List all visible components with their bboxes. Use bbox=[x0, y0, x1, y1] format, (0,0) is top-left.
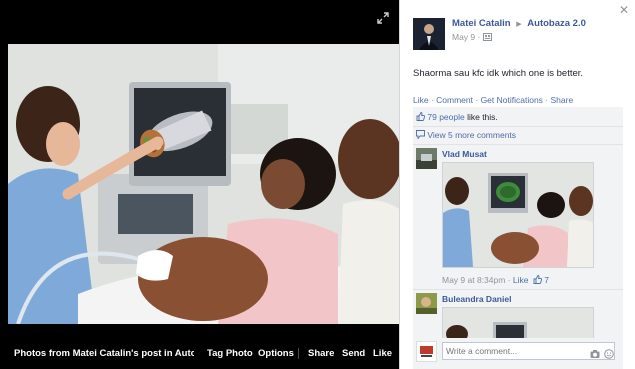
view-more-comments-label: View 5 more comments bbox=[427, 130, 517, 140]
group-name[interactable]: Autobaza 2.0 bbox=[527, 18, 586, 29]
comment-like-link[interactable]: Like bbox=[513, 275, 529, 285]
photo-theater: Photos from Matei Catalin's post in Auto… bbox=[0, 0, 399, 369]
comment-author[interactable]: Buleandra Daniel bbox=[442, 294, 511, 304]
share-button[interactable]: Share bbox=[308, 348, 334, 359]
thumbs-up-icon bbox=[531, 275, 544, 285]
get-notifications-link[interactable]: Get Notifications bbox=[481, 95, 543, 105]
comment-photo[interactable] bbox=[442, 307, 594, 338]
feedback-section: 79 people like this. View 5 more comment… bbox=[413, 107, 623, 369]
view-more-comments[interactable]: View 5 more comments bbox=[416, 130, 516, 140]
comment-time[interactable]: May 9 at 8:34pm bbox=[442, 275, 505, 285]
divider bbox=[413, 289, 623, 290]
post-header: Matei Catalin ▶ Autobaza 2.0 May 9 · bbox=[452, 18, 586, 42]
photo-caption[interactable]: Photos from Matei Catalin's post in Auto… bbox=[14, 348, 194, 359]
expand-icon[interactable] bbox=[377, 11, 389, 24]
like-link[interactable]: Like bbox=[413, 95, 429, 105]
divider bbox=[413, 144, 623, 145]
comment-link[interactable]: Comment bbox=[436, 95, 473, 105]
post-date[interactable]: May 9 · bbox=[452, 32, 480, 42]
send-button[interactable]: Send bbox=[342, 348, 365, 359]
post-side-panel: ✕ Matei Catalin ▶ Autobaza 2.0 May 9 · S… bbox=[399, 0, 635, 369]
like-button[interactable]: Like bbox=[373, 348, 392, 359]
comment-author[interactable]: Vlad Musat bbox=[442, 149, 487, 159]
photo-action-bar: Photos from Matei Catalin's post in Auto… bbox=[0, 333, 399, 369]
group-audience-icon bbox=[482, 32, 492, 42]
thumbs-up-icon bbox=[416, 112, 427, 122]
likes-count-link[interactable]: 79 people bbox=[427, 112, 464, 122]
emoji-icon[interactable] bbox=[604, 346, 614, 359]
post-photo[interactable] bbox=[8, 44, 399, 324]
close-icon[interactable]: ✕ bbox=[619, 4, 629, 16]
post-action-links: Like · Comment · Get Notifications · Sha… bbox=[413, 95, 574, 105]
likes-summary[interactable]: 79 people like this. bbox=[416, 112, 498, 122]
post-text: Shaorma sau kfc idk which one is better. bbox=[413, 68, 584, 79]
comment-like-count[interactable]: 7 bbox=[544, 275, 549, 285]
avatar[interactable] bbox=[416, 293, 437, 314]
share-link[interactable]: Share bbox=[551, 95, 574, 105]
avatar[interactable] bbox=[413, 18, 445, 50]
comment-photo[interactable] bbox=[442, 162, 594, 268]
avatar[interactable] bbox=[416, 148, 437, 169]
divider bbox=[413, 126, 623, 127]
write-comment-row bbox=[413, 339, 623, 364]
avatar bbox=[416, 341, 437, 362]
arrow-right-icon: ▶ bbox=[516, 21, 522, 28]
divider bbox=[298, 348, 299, 359]
tag-photo-button[interactable]: Tag Photo bbox=[207, 348, 253, 359]
options-button[interactable]: Options bbox=[258, 348, 294, 359]
comment-meta: May 9 at 8:34pm · Like 7 bbox=[442, 275, 549, 285]
author-name[interactable]: Matei Catalin bbox=[452, 18, 511, 29]
camera-icon[interactable] bbox=[590, 346, 600, 358]
comment-icon bbox=[416, 130, 427, 140]
